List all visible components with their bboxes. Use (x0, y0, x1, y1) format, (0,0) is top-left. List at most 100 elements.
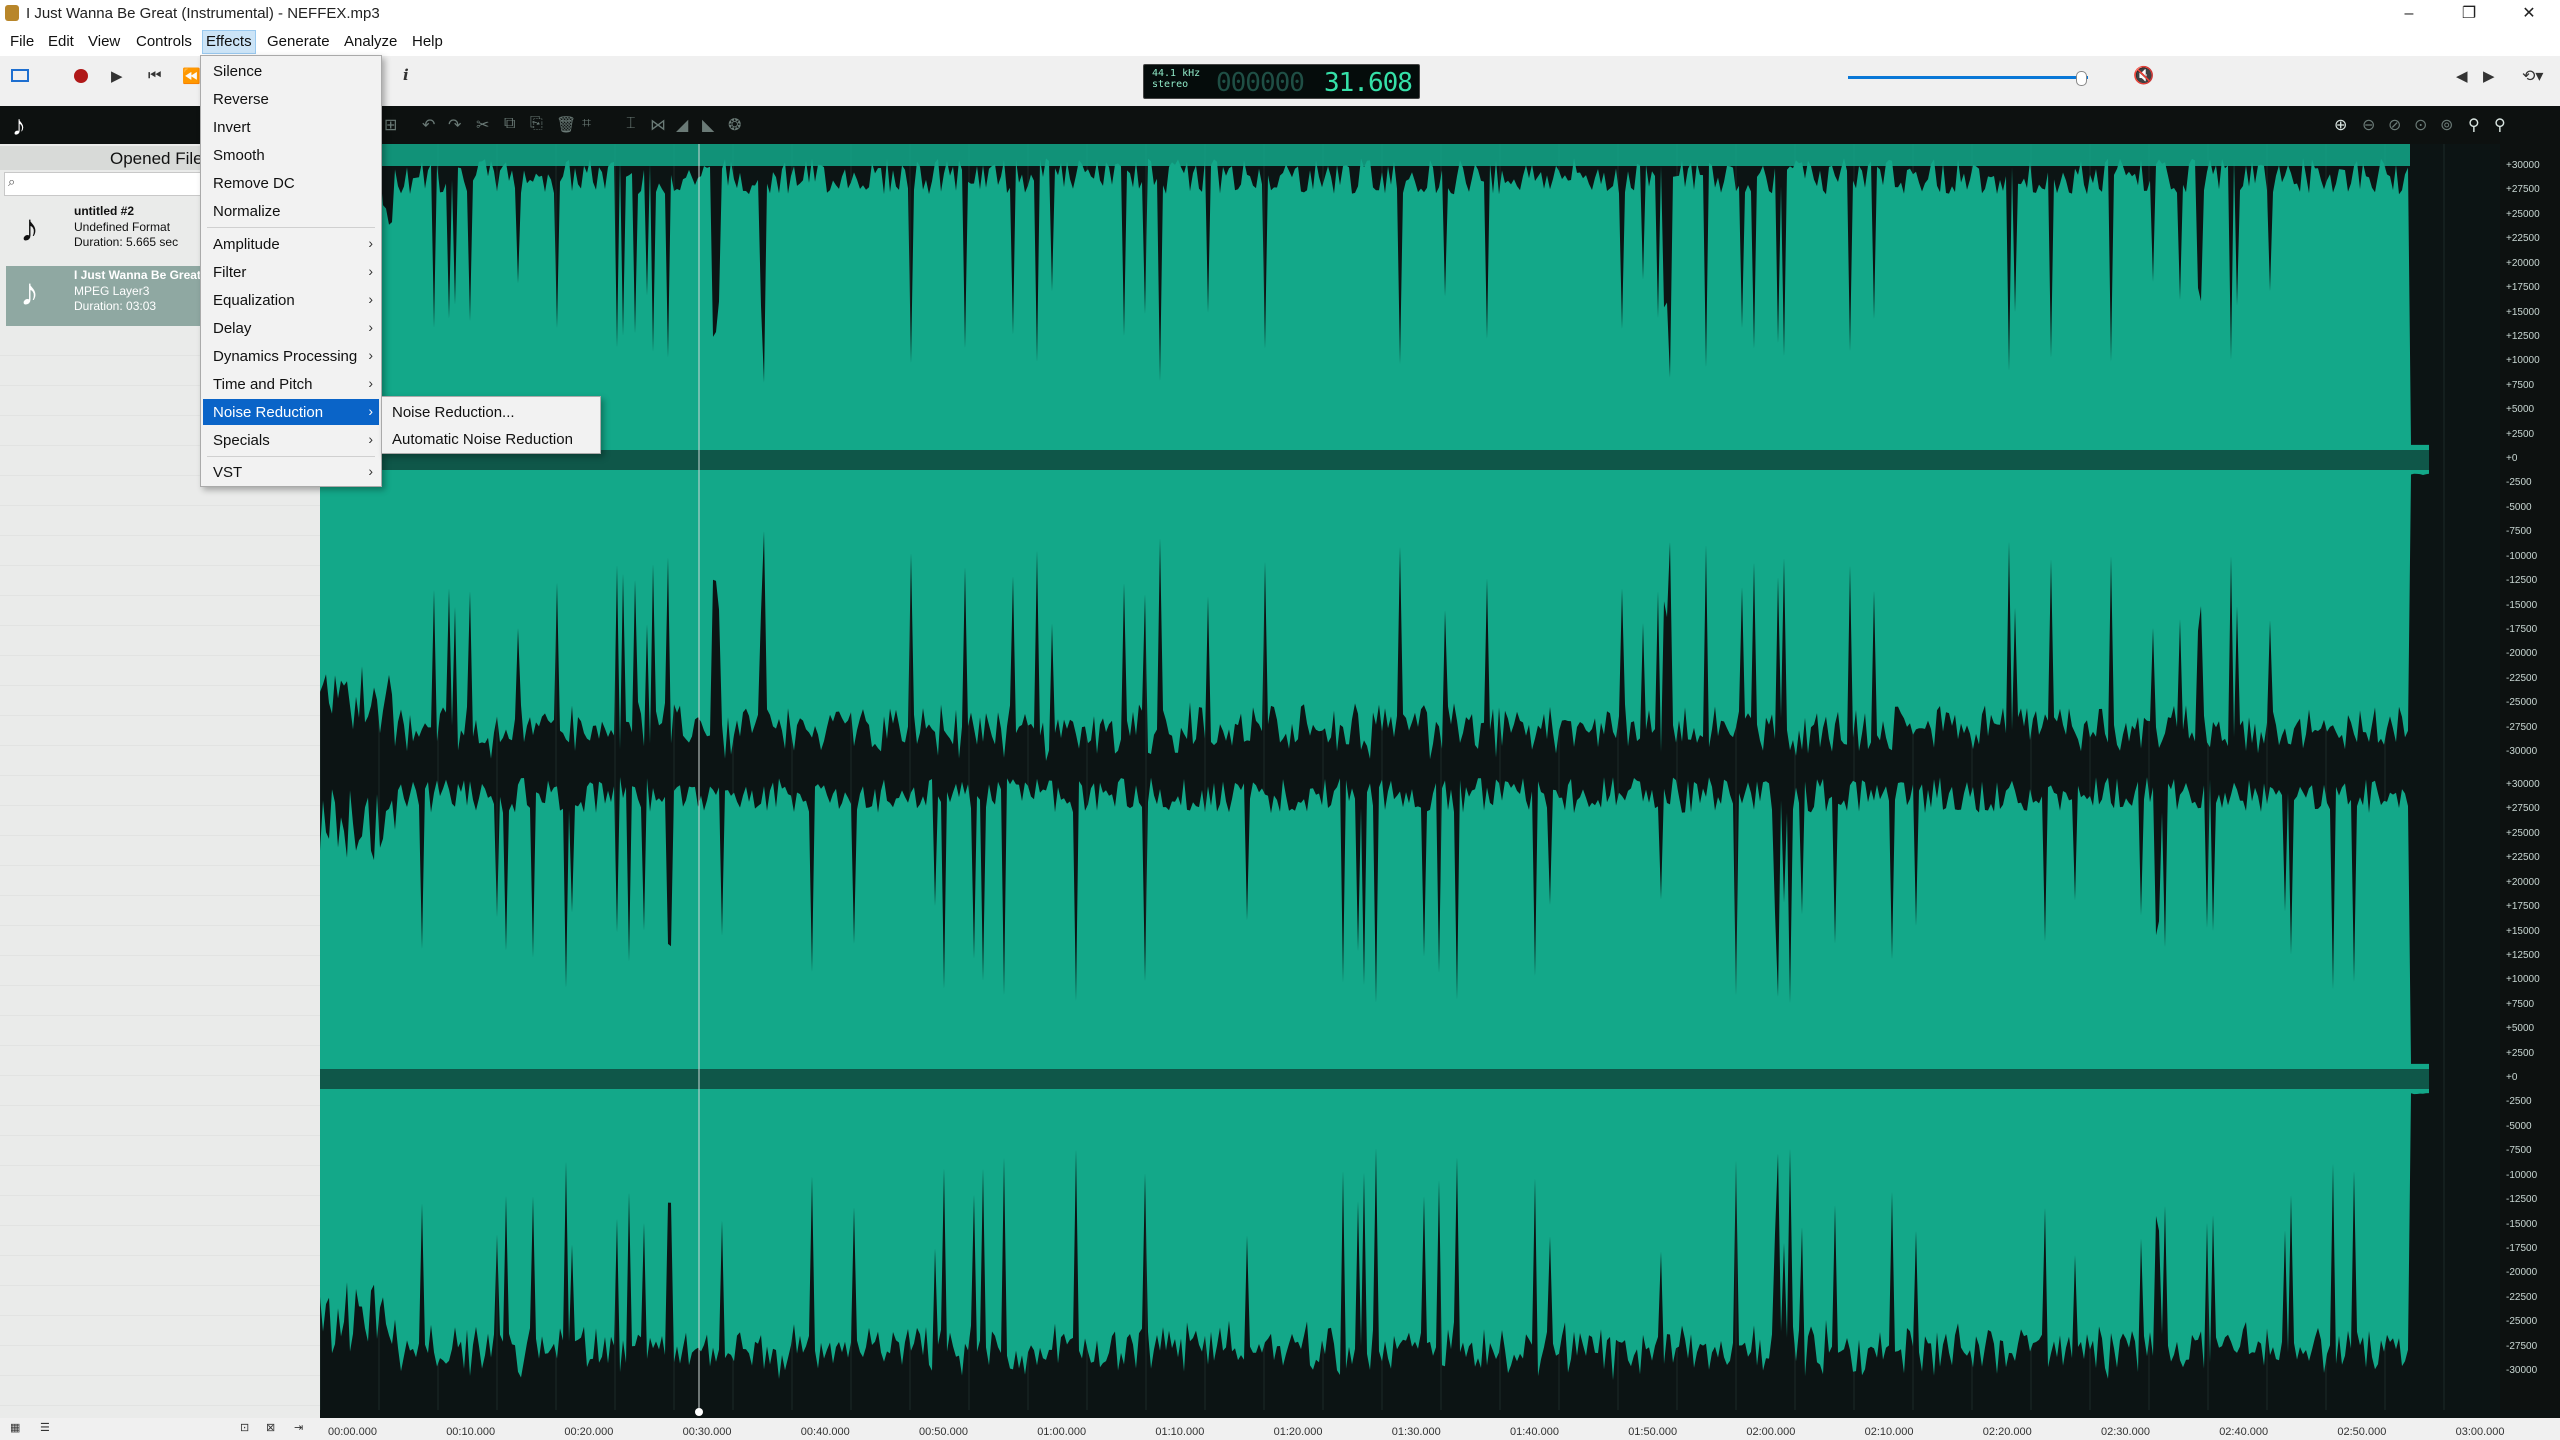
menu-item-smooth[interactable]: Smooth (203, 142, 379, 168)
select-tool-icon[interactable]: ⊞ (384, 115, 397, 135)
history-icon[interactable]: ⟲▾ (2522, 66, 2543, 86)
menu-item-remove-dc[interactable]: Remove DC (203, 170, 379, 196)
menu-item-noise-reduction-dialog[interactable]: Noise Reduction... (384, 399, 598, 425)
back-arrow-icon[interactable]: ◀ (2456, 67, 2468, 85)
timeline-tick-label: 01:00.000 (1037, 1426, 1087, 1438)
amplitude-tick-label: +27500 (2506, 184, 2540, 196)
record-icon[interactable] (74, 69, 88, 83)
zoom-fit-icon[interactable]: ⊙ (2414, 115, 2427, 135)
amplitude-tick-label: -15000 (2506, 1218, 2538, 1230)
menu-analyze[interactable]: Analyze (341, 31, 400, 53)
amplitude-tick-label: +2500 (2506, 1047, 2535, 1059)
loop-icon[interactable]: ⊠ (266, 1421, 275, 1434)
volume-slider[interactable] (1848, 76, 2088, 79)
menu-item-amplitude[interactable]: Amplitude › (203, 231, 379, 257)
maximize-button[interactable]: ❐ (2440, 0, 2498, 28)
grid-view-icon[interactable]: ▦ (10, 1421, 20, 1434)
menu-bar: File Edit View Controls Effects Generate… (0, 28, 2560, 56)
timeline-tick-label: 01:30.000 (1391, 1426, 1441, 1438)
menu-item-automatic-noise-reduction[interactable]: Automatic Noise Reduction (384, 426, 598, 452)
forward-arrow-icon[interactable]: ▶ (2483, 67, 2495, 85)
amplitude-tick-label: +10000 (2506, 974, 2540, 986)
fade-out-icon[interactable]: ◣ (702, 115, 714, 135)
menu-item-time-and-pitch[interactable]: Time and Pitch › (203, 371, 379, 397)
menu-view[interactable]: View (85, 31, 123, 53)
amplitude-tick-label: -20000 (2506, 648, 2538, 660)
undo-icon[interactable]: ↶ (422, 115, 435, 135)
menu-item-vst[interactable]: VST › (203, 459, 379, 485)
playhead-marker[interactable] (695, 1408, 703, 1416)
menu-item-silence[interactable]: Silence (203, 58, 379, 84)
amplitude-tick-label: +0 (2506, 1072, 2518, 1083)
waveform-editor: ⊞ ↶ ↷ ✂ ⧉ ⎘ 🗑 ⌗ ⌶ ⋈ ◢ ◣ ❂ ⊕ ⊖ ⊘ ⊙ ⊚ ⚲ ⚲ … (320, 106, 2560, 1418)
timeline-tick-label: 02:50.000 (2337, 1426, 2387, 1438)
amplitude-tick-label: +10000 (2506, 355, 2540, 367)
menu-help[interactable]: Help (409, 31, 446, 53)
amplitude-tick-label: +25000 (2506, 208, 2540, 220)
menu-item-dynamics-processing[interactable]: Dynamics Processing › (203, 343, 379, 369)
file-name: I Just Wanna Be Great (74, 268, 201, 282)
menu-item-equalization[interactable]: Equalization › (203, 287, 379, 313)
menu-file[interactable]: File (7, 31, 37, 53)
overview-strip[interactable] (380, 144, 2410, 166)
list-view-icon[interactable]: ☰ (40, 1421, 50, 1434)
menu-item-filter[interactable]: Filter › (203, 259, 379, 285)
amplitude-tick-label: -2500 (2506, 477, 2532, 489)
vertical-zoom-out-icon[interactable]: ⚲ (2494, 115, 2506, 135)
info-icon[interactable]: i (403, 66, 409, 84)
menu-generate[interactable]: Generate (264, 31, 333, 53)
delete-icon[interactable]: 🗑 (556, 115, 576, 135)
zoom-all-icon[interactable]: ⊚ (2440, 115, 2453, 135)
speaker-muted-icon[interactable]: 🔇 (2133, 66, 2154, 86)
cut-icon[interactable]: ✂ (476, 115, 489, 135)
volume-slider-thumb[interactable] (2075, 71, 2087, 86)
time-leading-digits: 000000 (1216, 68, 1305, 98)
play-icon[interactable]: ▶ (111, 67, 123, 85)
redo-icon[interactable]: ↷ (448, 115, 461, 135)
silence-icon[interactable]: ⋈ (650, 115, 666, 135)
waveform-view[interactable] (320, 144, 2500, 1410)
amplitude-tick-label: -17500 (2506, 1242, 2538, 1254)
layout-toggle-icon[interactable] (11, 69, 29, 82)
menu-item-normalize[interactable]: Normalize (203, 198, 379, 224)
amplitude-tick-label: +7500 (2506, 998, 2535, 1010)
menu-item-delay[interactable]: Delay › (203, 315, 379, 341)
close-button[interactable]: ✕ (2500, 0, 2558, 28)
menu-item-reverse[interactable]: Reverse (203, 86, 379, 112)
vertical-zoom-in-icon[interactable]: ⚲ (2468, 115, 2480, 135)
amplitude-tick-label: +7500 (2506, 379, 2535, 391)
fade-in-icon[interactable]: ◢ (676, 115, 688, 135)
time-value: 31.608 (1324, 68, 1413, 98)
minimize-button[interactable]: – (2380, 0, 2438, 28)
trim-icon[interactable]: ⌶ (626, 115, 636, 133)
amplitude-tick-label: -15000 (2506, 599, 2538, 611)
menu-controls[interactable]: Controls (133, 31, 195, 53)
timeline-ruler[interactable] (320, 1408, 2560, 1418)
skip-back-icon[interactable]: ⏮ (148, 67, 162, 84)
menu-edit[interactable]: Edit (45, 31, 77, 53)
crop-icon[interactable]: ⌗ (582, 115, 591, 133)
rewind-icon[interactable]: ⏪ (182, 67, 201, 85)
zoom-in-icon[interactable]: ⊕ (2334, 115, 2347, 135)
amplitude-tick-label: -27500 (2506, 721, 2538, 733)
zoom-out-icon[interactable]: ⊖ (2362, 115, 2375, 135)
effects-icon[interactable]: ❂ (728, 115, 741, 135)
snap-icon[interactable]: ⊡ (240, 1421, 249, 1434)
sample-rate-readout: 44.1 kHz stereo (1152, 68, 1200, 90)
paste-icon[interactable]: ⎘ (530, 115, 543, 133)
menu-item-invert[interactable]: Invert (203, 114, 379, 140)
amplitude-tick-label: -25000 (2506, 1316, 2538, 1328)
menu-effects[interactable]: Effects (202, 30, 256, 54)
menu-item-noise-reduction[interactable]: Noise Reduction › (203, 399, 379, 425)
music-note-icon: ♪ (20, 272, 39, 314)
timeline-tick-label: 02:10.000 (1864, 1426, 1914, 1438)
skip-icon[interactable]: ⇥ (294, 1421, 303, 1434)
amplitude-tick-label: -7500 (2506, 1145, 2532, 1157)
menu-item-specials[interactable]: Specials › (203, 427, 379, 453)
copy-icon[interactable]: ⧉ (504, 115, 515, 133)
timeline-tick-label: 00:30.000 (682, 1426, 732, 1438)
file-duration: Duration: 5.665 sec (74, 235, 179, 249)
amplitude-tick-label: -30000 (2506, 1365, 2538, 1376)
zoom-selection-icon[interactable]: ⊘ (2388, 115, 2401, 135)
amplitude-tick-label: +15000 (2506, 306, 2540, 318)
